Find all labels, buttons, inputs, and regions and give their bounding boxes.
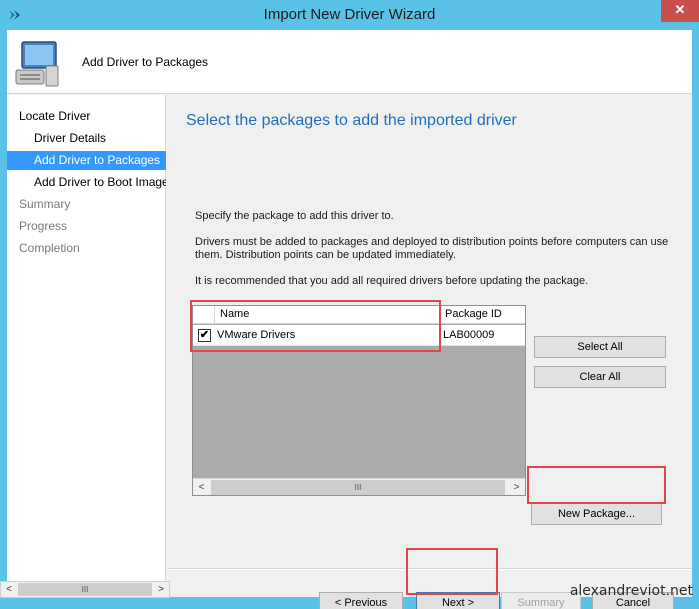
table-row[interactable]: ✔ VMware Drivers LAB00009 (193, 325, 525, 346)
computer-icon (15, 41, 59, 87)
column-header-package-id[interactable]: Package ID (445, 308, 502, 320)
scroll-thumb[interactable]: III (211, 480, 505, 495)
watermark: alexandreviot.net (569, 583, 693, 599)
scroll-left-icon[interactable]: < (193, 480, 210, 495)
bottom-scrollbar[interactable]: < III > (0, 581, 170, 598)
window-title: Import New Driver Wizard (263, 6, 436, 23)
select-all-button[interactable]: Select All (534, 336, 666, 358)
grid-header: Name Package ID (193, 306, 525, 324)
grid-horizontal-scrollbar[interactable]: < III > (193, 478, 525, 495)
next-button[interactable]: Next > (416, 592, 500, 609)
wizard-client-area: Add Driver to Packages Locate Driver Dri… (7, 30, 692, 609)
package-checkbox[interactable]: ✔ (198, 329, 211, 342)
bottom-scroll-left-icon[interactable]: < (1, 582, 17, 597)
scroll-right-icon[interactable]: > (508, 480, 525, 495)
wizard-header: Add Driver to Packages (7, 30, 692, 94)
package-name-cell: VMware Drivers (217, 329, 296, 341)
nav-step-driver-details: Driver Details (34, 131, 107, 145)
nav-step-progress: Progress (19, 219, 68, 233)
close-button[interactable]: ✕ (661, 0, 699, 22)
package-grid[interactable]: Name Package ID ✔ VMware Drivers LAB0000… (192, 305, 526, 496)
bottom-scroll-right-icon[interactable]: > (153, 582, 169, 597)
distribution-note: Drivers must be added to packages and de… (195, 236, 669, 261)
bottom-scroll-thumb[interactable]: III (18, 583, 152, 596)
new-package-button[interactable]: New Package... (531, 503, 662, 525)
package-id-cell: LAB00009 (443, 329, 495, 341)
nav-step-add-driver-to-packages: Add Driver to Packages (7, 151, 166, 170)
header-title: Add Driver to Packages (82, 55, 209, 69)
nav-step-completion: Completion (19, 241, 80, 255)
instruction-text: Specify the package to add this driver t… (195, 210, 394, 222)
wizard-content: Select the packages to add the imported … (167, 95, 692, 609)
title-bar: Import New Driver Wizard ✕ (0, 0, 699, 30)
clear-all-button[interactable]: Clear All (534, 366, 666, 388)
nav-step-summary: Summary (19, 197, 71, 211)
column-header-name[interactable]: Name (220, 308, 249, 320)
recommendation-note: It is recommended that you add all requi… (195, 275, 589, 287)
page-heading: Select the packages to add the imported … (186, 112, 517, 129)
nav-step-add-driver-to-boot-images: Add Driver to Boot Images (34, 175, 166, 189)
wizard-step-list: Locate Driver Driver Details Add Driver … (7, 95, 166, 597)
nav-step-locate-driver: Locate Driver (19, 109, 91, 123)
previous-button[interactable]: < Previous (319, 592, 403, 609)
